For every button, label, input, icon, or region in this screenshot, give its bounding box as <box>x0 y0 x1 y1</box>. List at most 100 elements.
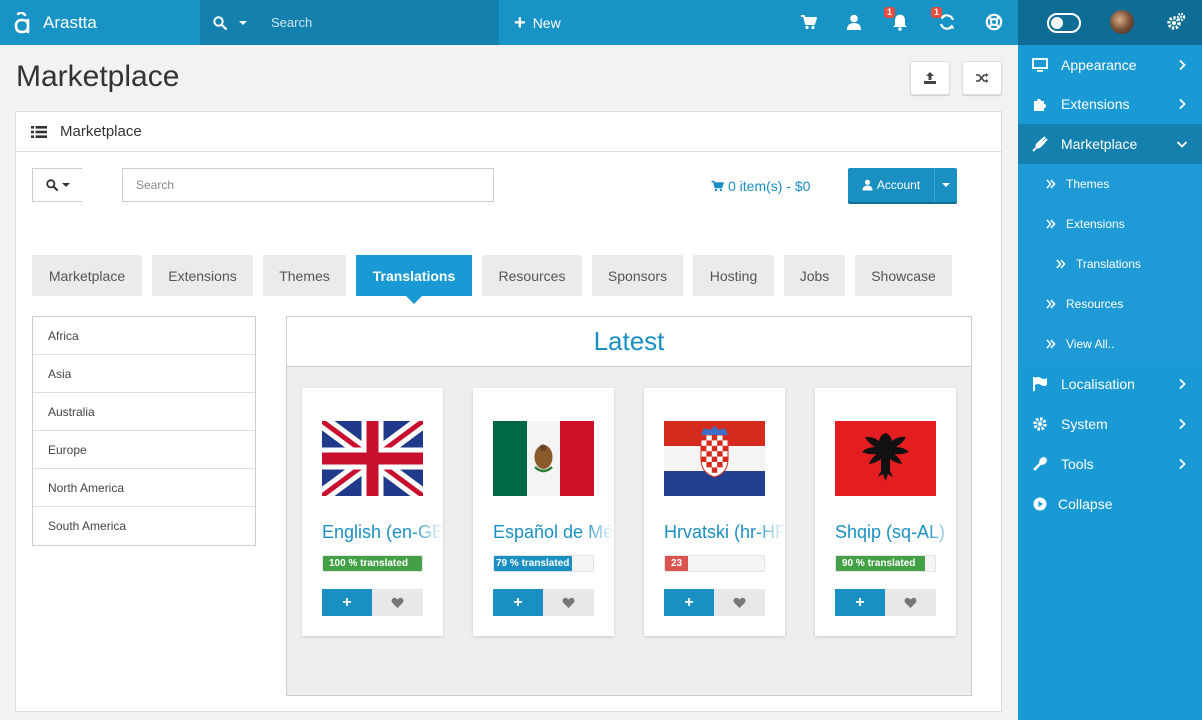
new-button[interactable]: + New <box>514 0 561 45</box>
account-button-main[interactable]: Account <box>848 168 934 202</box>
mexico-flag[interactable] <box>493 421 594 496</box>
sidebar-item-localisation[interactable]: Localisation <box>1018 364 1202 404</box>
sidebar-item-label: Marketplace <box>1061 136 1138 152</box>
chevron-down-icon <box>239 20 247 25</box>
tab-themes[interactable]: Themes <box>263 255 346 296</box>
user-icon[interactable] <box>845 13 863 31</box>
chevron-right-icon <box>1179 378 1186 390</box>
tab-extensions[interactable]: Extensions <box>152 255 253 296</box>
brand[interactable]: Arastta <box>0 0 200 45</box>
account-dropdown-toggle[interactable] <box>934 168 957 202</box>
region-north-america[interactable]: North America <box>33 469 255 507</box>
double-chevron-right-icon <box>1046 339 1056 349</box>
search-filter-dropdown[interactable] <box>32 168 82 202</box>
cart-icon[interactable] <box>800 13 818 31</box>
region-africa[interactable]: Africa <box>33 317 255 355</box>
account-button[interactable]: Account <box>848 168 957 202</box>
sidebar-subitem-label: Translations <box>1076 257 1141 271</box>
tab-hosting[interactable]: Hosting <box>693 255 774 296</box>
add-button[interactable]: + <box>835 589 885 616</box>
favorite-button[interactable] <box>543 589 594 616</box>
theme-toggle[interactable] <box>1047 13 1081 33</box>
updates-badge: 1 <box>931 7 943 18</box>
latest-section: Latest English (en-GB) 100 % translated … <box>286 316 972 696</box>
card-title[interactable]: Hrvatski (hr-HR) <box>664 522 785 543</box>
sidebar-item-tools[interactable]: Tools <box>1018 444 1202 484</box>
top-right-area <box>1018 0 1202 45</box>
sidebar-item-system[interactable]: System <box>1018 404 1202 444</box>
list-icon <box>31 125 47 138</box>
gears-icon[interactable] <box>1166 12 1186 32</box>
favorite-button[interactable] <box>885 589 936 616</box>
translation-card-en-gb: English (en-GB) 100 % translated + <box>302 388 443 636</box>
avatar[interactable] <box>1110 10 1134 34</box>
favorite-button[interactable] <box>714 589 765 616</box>
tab-translations[interactable]: Translations <box>356 255 472 304</box>
sidebar-subitem-translations[interactable]: Translations <box>1018 244 1202 284</box>
tab-resources[interactable]: Resources <box>482 255 582 296</box>
marketplace-search-input[interactable] <box>122 168 494 202</box>
add-button[interactable]: + <box>493 589 543 616</box>
sidebar-item-marketplace[interactable]: Marketplace <box>1018 124 1202 164</box>
bell-icon[interactable]: 1 <box>884 7 909 31</box>
double-chevron-right-icon <box>1046 299 1056 309</box>
search-icon <box>46 179 58 191</box>
heart-icon <box>562 597 575 608</box>
cart-link[interactable]: 0 item(s) - $0 <box>711 178 810 194</box>
sidebar-item-extensions[interactable]: Extensions <box>1018 84 1202 124</box>
add-button[interactable]: + <box>664 589 714 616</box>
page-title: Marketplace <box>16 60 180 93</box>
sidebar-subitem-label: View All.. <box>1066 337 1115 351</box>
favorite-button[interactable] <box>372 589 423 616</box>
sidebar-collapse[interactable]: Collapse <box>1018 484 1202 524</box>
card-title[interactable]: Español de México <box>493 522 614 543</box>
tab-jobs[interactable]: Jobs <box>784 255 845 296</box>
sidebar-subitem-resources[interactable]: Resources <box>1018 284 1202 324</box>
region-europe[interactable]: Europe <box>33 431 255 469</box>
translation-card-es-mx: Español de México 79 % translated + <box>473 388 614 636</box>
user-icon <box>862 179 873 191</box>
monitor-icon <box>1032 57 1048 73</box>
sidebar-submenu: Themes Extensions Translations Resources… <box>1018 164 1202 364</box>
notifications-badge: 1 <box>884 7 896 18</box>
region-south-america[interactable]: South America <box>33 507 255 545</box>
chevron-right-icon <box>1179 98 1186 110</box>
plug-icon <box>1032 136 1048 152</box>
sidebar-subitem-themes[interactable]: Themes <box>1018 164 1202 204</box>
tab-sponsors[interactable]: Sponsors <box>592 255 683 296</box>
refresh-icon[interactable]: 1 <box>931 7 956 31</box>
upload-button[interactable] <box>910 61 950 95</box>
sidebar-item-label: Localisation <box>1061 376 1135 392</box>
sidebar-item-appearance[interactable]: Appearance <box>1018 45 1202 84</box>
tab-marketplace[interactable]: Marketplace <box>32 255 142 296</box>
tab-showcase[interactable]: Showcase <box>855 255 952 296</box>
cart-icon <box>711 180 724 192</box>
chevron-down-icon <box>1176 141 1188 148</box>
chevron-right-icon <box>1179 59 1186 71</box>
top-search-dropdown[interactable] <box>200 0 271 45</box>
add-button[interactable]: + <box>322 589 372 616</box>
card-title[interactable]: English (en-GB) <box>322 522 443 543</box>
card-title[interactable]: Shqip (sq-AL) <box>835 522 956 543</box>
heart-icon <box>391 597 404 608</box>
chevron-right-icon <box>1179 418 1186 430</box>
support-lifebuoy-icon[interactable] <box>985 13 1003 31</box>
chevron-down-icon <box>942 183 950 187</box>
shuffle-button[interactable] <box>962 61 1002 95</box>
translation-progress: 79 % translated <box>493 555 594 572</box>
region-australia[interactable]: Australia <box>33 393 255 431</box>
sidebar-subitem-view-all[interactable]: View All.. <box>1018 324 1202 364</box>
albania-flag[interactable] <box>835 421 936 496</box>
translation-card-hr-hr: Hrvatski (hr-HR) 23 + <box>644 388 785 636</box>
top-search-input[interactable] <box>271 15 491 30</box>
sidebar-subitem-extensions[interactable]: Extensions <box>1018 204 1202 244</box>
uk-flag[interactable] <box>322 421 423 496</box>
latest-heading: Latest <box>287 317 971 367</box>
sidebar: Appearance Extensions Marketplace Themes… <box>1018 45 1202 720</box>
progress-bar: 100 % translated <box>323 556 422 571</box>
progress-bar: 90 % translated <box>836 556 926 571</box>
region-list: Africa Asia Australia Europe North Ameri… <box>32 316 256 546</box>
croatia-flag[interactable] <box>664 421 765 496</box>
region-asia[interactable]: Asia <box>33 355 255 393</box>
new-button-label: New <box>532 14 561 31</box>
